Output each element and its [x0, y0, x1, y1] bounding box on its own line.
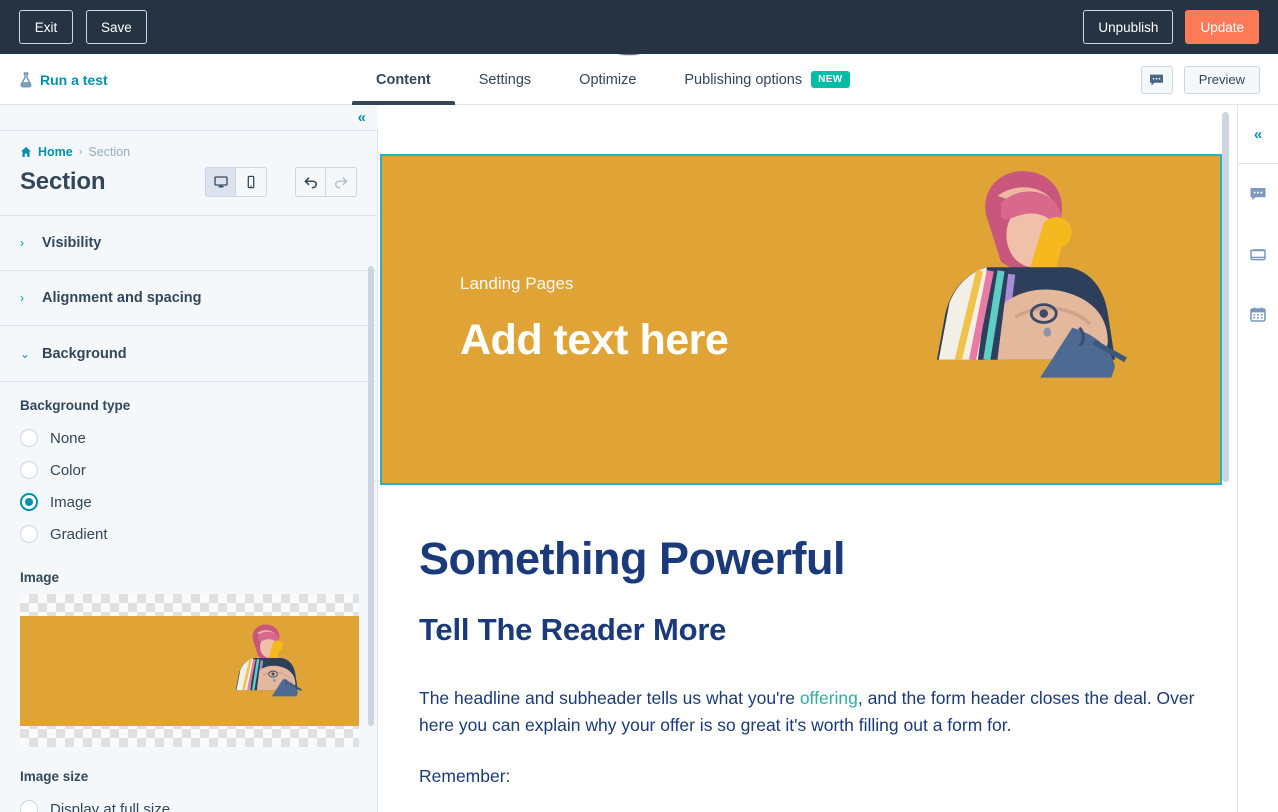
- content-heading: Something Powerful: [419, 533, 846, 584]
- radio-background-none-label: None: [50, 429, 86, 447]
- exit-button[interactable]: Exit: [19, 10, 73, 44]
- tab-content[interactable]: Content: [352, 54, 455, 105]
- unpublish-button[interactable]: Unpublish: [1083, 10, 1174, 44]
- accordion-background[interactable]: ⌄ Background: [0, 326, 377, 381]
- body-content-block[interactable]: Something Powerful Tell The Reader More …: [419, 535, 1209, 787]
- background-panel: Background type None Color Image Gradien…: [0, 382, 377, 812]
- save-button[interactable]: Save: [86, 10, 147, 44]
- mobile-icon[interactable]: [236, 167, 267, 197]
- radio-indicator-selected: [20, 493, 38, 511]
- right-rail-calendar-button[interactable]: [1238, 284, 1278, 344]
- radio-display-full-size-label: Display at full size: [50, 800, 171, 812]
- home-icon: [20, 146, 32, 158]
- accordion-visibility-label: Visibility: [42, 235, 102, 251]
- canvas-scrollbar[interactable]: [1222, 112, 1229, 482]
- calendar-icon: [1249, 306, 1267, 323]
- sidebar-scrollbar[interactable]: [368, 266, 374, 726]
- radio-indicator: [20, 525, 38, 543]
- run-a-test-link[interactable]: Run a test: [19, 54, 108, 105]
- page-canvas: Landing Pages Add text here Something Po…: [379, 105, 1229, 812]
- tab-publishing-options[interactable]: Publishing options NEW: [660, 54, 873, 105]
- right-rail-collapse-button[interactable]: «: [1238, 105, 1278, 164]
- left-sidebar: Home › Section Section › Visibility › Al…: [0, 131, 378, 812]
- comment-button[interactable]: [1140, 65, 1173, 94]
- chevron-double-left-icon: «: [1253, 125, 1263, 143]
- hero-title: Add text here: [460, 316, 729, 364]
- radio-background-color-label: Color: [50, 461, 86, 479]
- radio-indicator: [20, 461, 38, 479]
- flask-icon: [19, 71, 33, 88]
- editor-tabs: Content Settings Optimize Publishing opt…: [352, 54, 874, 105]
- accordion-visibility[interactable]: › Visibility: [0, 216, 377, 271]
- right-rail: «: [1238, 105, 1278, 812]
- notes-card-icon: [1249, 246, 1267, 263]
- image-field-label: Image: [20, 570, 60, 585]
- radio-indicator: [20, 800, 38, 812]
- sidebar-collapse-button[interactable]: «: [0, 105, 378, 131]
- background-type-label: Background type: [20, 398, 131, 413]
- new-badge: NEW: [811, 71, 850, 88]
- radio-background-gradient[interactable]: Gradient: [20, 518, 357, 550]
- header-notch: [616, 48, 642, 55]
- device-preview-toggle: [205, 167, 267, 197]
- breadcrumb-home[interactable]: Home: [38, 145, 73, 159]
- radio-background-none[interactable]: None: [20, 422, 357, 454]
- accordion-alignment-and-spacing[interactable]: › Alignment and spacing: [0, 271, 377, 326]
- image-size-label: Image size: [20, 769, 89, 784]
- hero-kicker: Landing Pages: [460, 274, 574, 293]
- breadcrumb-current: Section: [88, 145, 131, 159]
- tab-content-label: Content: [376, 71, 431, 88]
- chevron-down-icon: ⌄: [20, 346, 31, 361]
- preview-button[interactable]: Preview: [1183, 65, 1260, 94]
- tab-publishing-options-label: Publishing options: [684, 71, 803, 88]
- right-rail-comment-button[interactable]: [1238, 164, 1278, 224]
- comment-icon: [1149, 73, 1164, 87]
- tab-optimize-label: Optimize: [579, 71, 637, 88]
- content-subheading: Tell The Reader More: [419, 612, 727, 648]
- radio-indicator: [20, 429, 38, 447]
- page-root: Exit Save Unpublish Update Run a test Co…: [0, 0, 1278, 812]
- history-controls: [295, 167, 357, 197]
- update-button[interactable]: Update: [1185, 10, 1259, 44]
- chevron-right-icon: ›: [20, 236, 24, 250]
- image-thumbnail-preview: [20, 616, 359, 726]
- radio-background-image[interactable]: Image: [20, 486, 357, 518]
- topbar-right-actions: Unpublish Update: [1083, 10, 1259, 44]
- content-remember: Remember:: [419, 765, 511, 786]
- breadcrumb: Home › Section: [0, 131, 377, 159]
- paragraph-text-before: The headline and subheader tells us what…: [419, 688, 800, 709]
- radio-background-gradient-label: Gradient: [50, 525, 108, 543]
- sidebar-accordions: › Visibility › Alignment and spacing ⌄ B…: [0, 215, 377, 382]
- tab-settings-label: Settings: [478, 71, 532, 88]
- right-rail-notes-button[interactable]: [1238, 224, 1278, 284]
- undo-icon[interactable]: [295, 167, 326, 197]
- topbar-left-actions: Exit Save: [19, 10, 147, 44]
- run-a-test-label: Run a test: [40, 71, 108, 88]
- desktop-icon[interactable]: [205, 167, 236, 197]
- editor-nav-bar: Run a test Content Settings Optimize Pub…: [0, 54, 1278, 105]
- hero-text-block[interactable]: Landing Pages Add text here: [460, 274, 729, 365]
- breadcrumb-separator: ›: [78, 146, 83, 158]
- hero-section-selected[interactable]: Landing Pages Add text here: [380, 154, 1222, 485]
- offering-link[interactable]: offering: [800, 688, 858, 708]
- tab-settings[interactable]: Settings: [455, 54, 555, 105]
- sidebar-title-row: Section: [0, 159, 377, 197]
- comment-icon: [1249, 186, 1267, 203]
- top-action-bar: Exit Save Unpublish Update: [0, 0, 1278, 54]
- redo-icon[interactable]: [326, 167, 357, 197]
- nav-right-actions: Preview: [1140, 54, 1260, 105]
- image-thumbnail[interactable]: [20, 594, 359, 747]
- chevron-right-icon: ›: [20, 291, 24, 305]
- radio-background-image-label: Image: [50, 493, 92, 511]
- accordion-alignment-label: Alignment and spacing: [42, 290, 202, 306]
- radio-display-full-size[interactable]: Display at full size: [20, 793, 357, 812]
- chevron-double-left-icon: «: [357, 109, 366, 126]
- accordion-background-label: Background: [42, 345, 127, 362]
- radio-background-color[interactable]: Color: [20, 454, 357, 486]
- content-paragraph: The headline and subheader tells us what…: [419, 685, 1209, 739]
- page-title: Section: [20, 168, 106, 195]
- tab-optimize[interactable]: Optimize: [555, 54, 660, 105]
